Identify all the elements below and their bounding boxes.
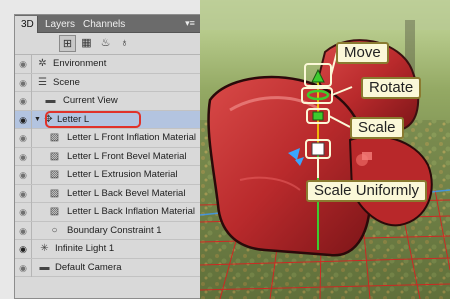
list-item[interactable]: ◉ ✲ Environment [15, 55, 200, 74]
scene-filter-icon[interactable]: ⊞ [59, 35, 76, 52]
light-icon: ✳ [40, 243, 49, 254]
list-item-label: Infinite Light 1 [55, 243, 115, 254]
visibility-eye-icon[interactable]: ◉ [15, 73, 32, 92]
tab-channels[interactable]: Channels [77, 16, 129, 33]
material-icon: ▨ [49, 169, 60, 180]
list-item[interactable]: ◉ ▬ Default Camera [15, 258, 200, 277]
list-item[interactable]: ◉ ▬ Current View [15, 92, 200, 111]
list-item-label: Letter L Front Inflation Material [67, 132, 197, 143]
list-item[interactable]: ◉ ○ Boundary Constraint 1 [15, 221, 200, 240]
list-item[interactable]: ◉ ▨ Letter L Front Bevel Material [15, 147, 200, 166]
visibility-eye-icon[interactable]: ◉ [15, 166, 32, 184]
material-icon: ▨ [49, 150, 60, 162]
panel-filter-toolbar: ⊞ ▦ ♨ ♁ [15, 33, 200, 55]
list-item-label: Boundary Constraint 1 [67, 224, 162, 236]
callout-scale-uniformly: Scale Uniformly [306, 180, 428, 202]
material-icon: ▨ [49, 187, 60, 199]
list-item-label: Letter L Back Bevel Material [67, 187, 186, 199]
list-item-label: Default Camera [55, 261, 122, 273]
3d-viewport[interactable]: Move Rotate Scale Scale Uniformly [200, 0, 450, 299]
list-item-label: Letter L Extrusion Material [67, 169, 178, 180]
materials-filter-icon[interactable]: ♨ [97, 35, 114, 52]
tab-layers[interactable]: Layers [39, 16, 76, 33]
panel-menu-icon[interactable]: ▾≡ [184, 18, 196, 29]
material-icon: ▨ [49, 132, 60, 143]
panel-tab-bar: 3D Layers Channels ▾≡ [15, 15, 200, 33]
list-item[interactable]: ◉ ▨ Letter L Back Bevel Material [15, 184, 200, 203]
list-item-label: Letter L Back Inflation Material [67, 206, 195, 217]
list-item[interactable]: ◉ ☰ Scene [15, 73, 200, 92]
visibility-eye-icon[interactable]: ◉ [15, 92, 32, 110]
list-item-label: Letter L [57, 113, 90, 125]
list-item[interactable]: ◉ ▨ Letter L Front Inflation Material [15, 129, 200, 148]
callout-scale: Scale [350, 117, 404, 139]
callout-move: Move [336, 42, 389, 64]
camera-icon: ▬ [45, 95, 56, 106]
3d-panel: 3D Layers Channels ▾≡ ⊞ ▦ ♨ ♁ ◉ ✲ Enviro… [14, 14, 200, 299]
meshes-filter-icon[interactable]: ▦ [78, 35, 95, 52]
material-icon: ▨ [49, 206, 60, 217]
list-item-label: Scene [53, 76, 80, 88]
environment-icon: ✲ [38, 58, 47, 69]
constraint-icon: ○ [51, 224, 58, 236]
visibility-eye-icon[interactable]: ◉ [15, 184, 32, 203]
visibility-eye-icon[interactable]: ◉ [15, 55, 32, 73]
mesh-icon: ✥ [44, 113, 53, 125]
scene-icon: ☰ [38, 76, 47, 88]
list-item-label: Current View [63, 95, 118, 106]
visibility-eye-icon[interactable]: ◉ [15, 110, 32, 129]
list-item[interactable]: ◉ ▨ Letter L Extrusion Material [15, 166, 200, 185]
visibility-eye-icon[interactable]: ◉ [15, 240, 32, 258]
tab-3d[interactable]: 3D [15, 16, 38, 33]
list-item-label: Environment [53, 58, 107, 69]
visibility-eye-icon[interactable]: ◉ [15, 129, 32, 147]
lights-filter-icon[interactable]: ♁ [116, 35, 133, 52]
list-item[interactable]: ◉ ▨ Letter L Back Inflation Material [15, 203, 200, 222]
list-item[interactable]: ◉ ✳ Infinite Light 1 [15, 240, 200, 259]
camera-icon: ▬ [39, 261, 50, 273]
scene-tree: ◉ ✲ Environment ◉ ☰ Scene ◉ ▬ Current Vi… [15, 55, 200, 277]
3d-scene [200, 0, 450, 299]
callout-rotate: Rotate [361, 77, 422, 99]
visibility-eye-icon[interactable]: ◉ [15, 203, 32, 221]
visibility-eye-icon[interactable]: ◉ [15, 258, 32, 277]
visibility-eye-icon[interactable]: ◉ [15, 147, 32, 166]
list-item[interactable]: ◉ ▼ ✥ Letter L [15, 110, 200, 129]
visibility-eye-icon[interactable]: ◉ [15, 221, 32, 240]
list-item-label: Letter L Front Bevel Material [67, 150, 187, 162]
